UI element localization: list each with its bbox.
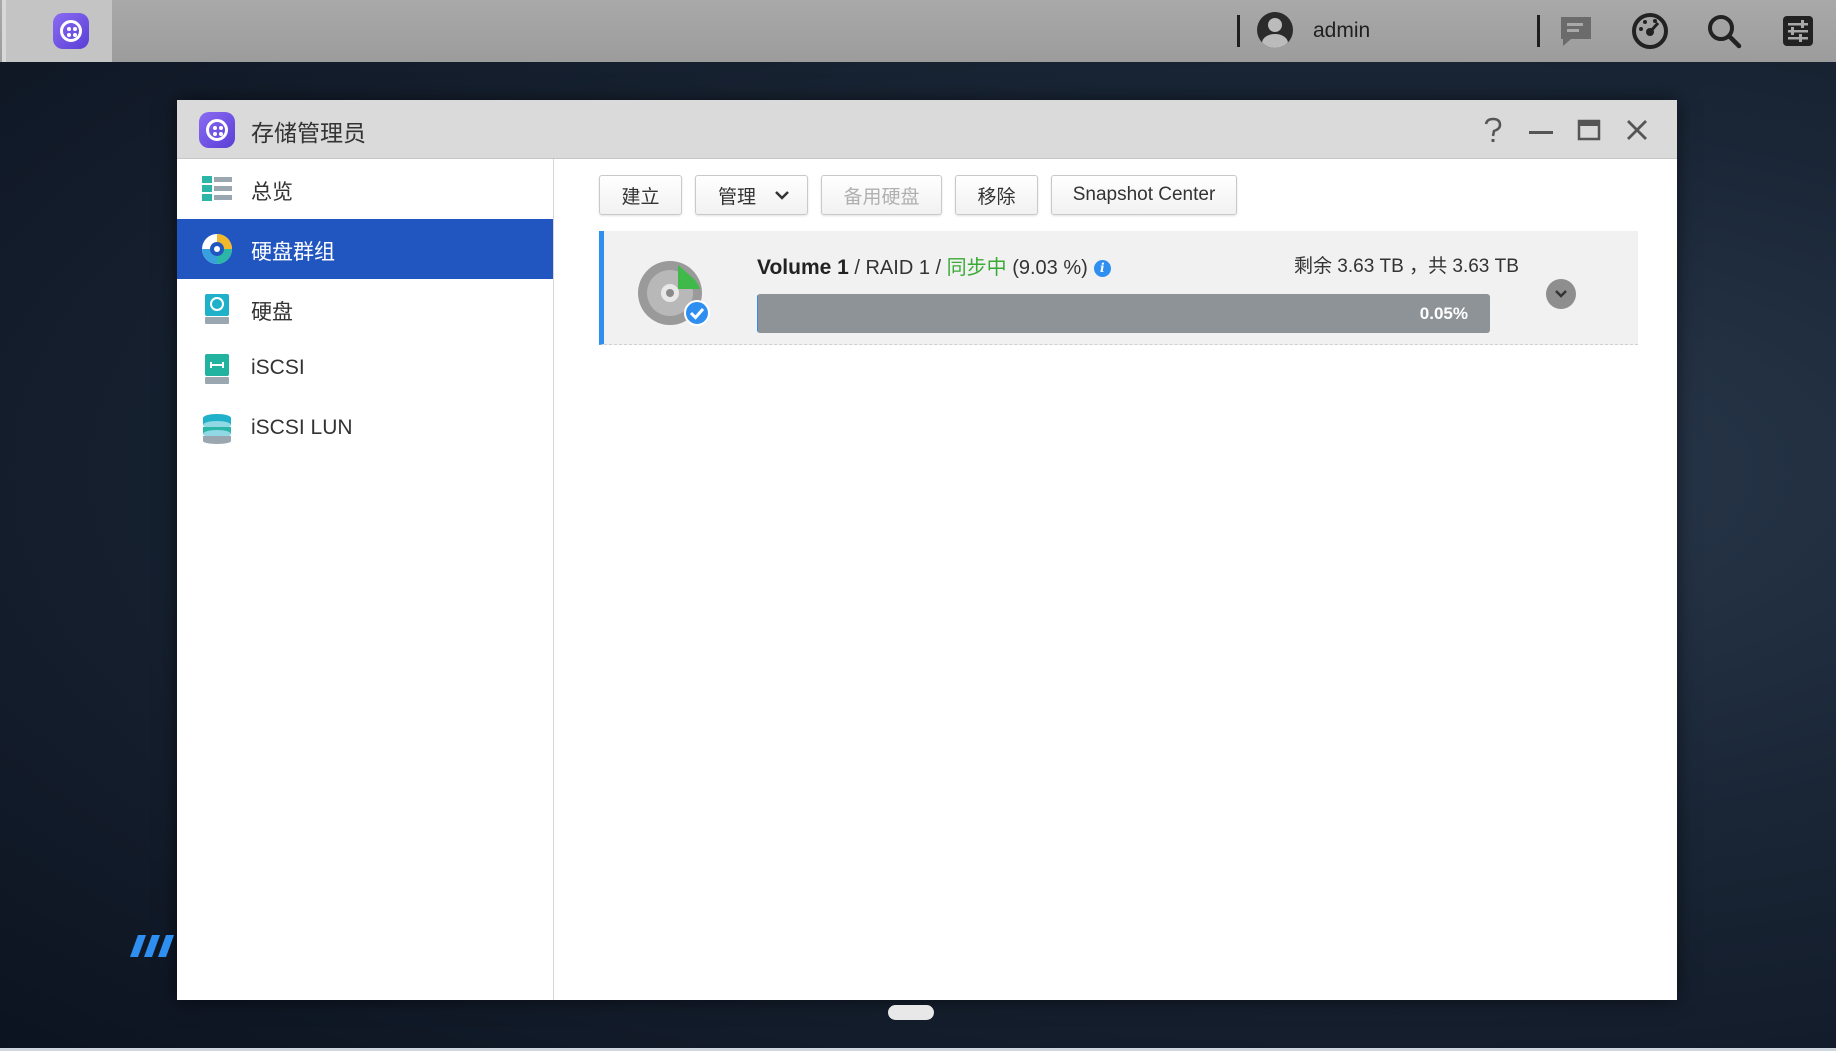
manage-button[interactable]: 管理 bbox=[695, 175, 808, 215]
window-title: 存储管理员 bbox=[251, 120, 366, 146]
manage-button-label: 管理 bbox=[718, 186, 757, 208]
storage-manager-icon[interactable] bbox=[53, 13, 89, 49]
sidebar-item-label: iSCSI bbox=[251, 356, 305, 379]
sidebar-item-overview[interactable]: 总览 bbox=[177, 159, 553, 219]
taskbar-separator bbox=[1537, 15, 1540, 47]
sidebar-item-iscsi-lun[interactable]: iSCSI LUN bbox=[177, 399, 553, 459]
sidebar-item-disk[interactable]: 硬盘 bbox=[177, 279, 553, 339]
sidebar-item-disk-group[interactable]: 硬盘群组 bbox=[177, 219, 553, 279]
close-icon[interactable] bbox=[1623, 116, 1651, 144]
volume-disk-icon bbox=[638, 261, 710, 326]
usage-percent: 0.05% bbox=[1419, 304, 1468, 323]
separator: / bbox=[929, 257, 947, 279]
username[interactable]: admin bbox=[1313, 19, 1370, 43]
sidebar: 总览 硬盘群组 硬盘 iSCSI iSCSI LUN bbox=[177, 159, 554, 1000]
help-icon[interactable] bbox=[1479, 116, 1507, 144]
minimize-icon[interactable] bbox=[1527, 116, 1555, 144]
maximize-icon[interactable] bbox=[1575, 116, 1603, 144]
main-content: 建立 管理 备用硬盘 移除 Snapshot Center Volume 1 /… bbox=[554, 159, 1677, 1000]
chevron-down-icon bbox=[775, 191, 789, 200]
desktop-decoration bbox=[130, 935, 174, 957]
sidebar-item-label: 硬盘 bbox=[251, 301, 293, 324]
user-icon[interactable] bbox=[1257, 12, 1293, 48]
free-capacity: 剩余 3.63 TB bbox=[1294, 256, 1404, 277]
dashboard-icon[interactable] bbox=[1631, 12, 1669, 50]
sidebar-item-label: iSCSI LUN bbox=[251, 416, 353, 439]
expand-button[interactable] bbox=[1546, 279, 1576, 309]
volume-name: Volume 1 bbox=[757, 256, 849, 279]
sync-percent: (9.03 %) bbox=[1012, 257, 1088, 279]
taskbar: admin bbox=[0, 0, 1836, 62]
app-logo-icon bbox=[199, 112, 235, 148]
separator: / bbox=[848, 257, 866, 279]
window-titlebar[interactable]: 存储管理员 bbox=[177, 100, 1677, 159]
taskbar-app-slot[interactable] bbox=[2, 0, 112, 62]
sidebar-item-label: 总览 bbox=[251, 181, 293, 204]
disk-icon bbox=[205, 294, 229, 324]
volume-summary: Volume 1 / RAID 1 / 同步中 (9.03 %) i bbox=[757, 251, 1111, 280]
notification-icon[interactable] bbox=[1557, 12, 1595, 50]
sidebar-item-iscsi[interactable]: iSCSI bbox=[177, 339, 553, 399]
raid-level: RAID 1 bbox=[865, 257, 930, 279]
volume-capacity: 剩余 3.63 TB ，共 3.63 TB bbox=[1294, 251, 1519, 278]
total-capacity: ，共 3.63 TB bbox=[1409, 256, 1519, 277]
overview-icon bbox=[202, 176, 232, 201]
create-button[interactable]: 建立 bbox=[599, 175, 682, 215]
search-icon[interactable] bbox=[1705, 12, 1743, 50]
volume-row[interactable]: Volume 1 / RAID 1 / 同步中 (9.03 %) i 剩余 3.6… bbox=[599, 231, 1638, 345]
snapshot-center-button[interactable]: Snapshot Center bbox=[1051, 175, 1237, 215]
remove-button[interactable]: 移除 bbox=[955, 175, 1038, 215]
sidebar-item-label: 硬盘群组 bbox=[251, 241, 335, 264]
disk-group-icon bbox=[202, 234, 232, 264]
settings-icon[interactable] bbox=[1779, 12, 1817, 50]
dock-handle[interactable] bbox=[888, 1005, 934, 1020]
storage-manager-window: 存储管理员 总览 硬盘群组 硬盘 iSCSI iSCSI LUN 建立 管理 备… bbox=[177, 100, 1677, 1000]
taskbar-separator bbox=[1237, 15, 1240, 47]
chevron-down-icon bbox=[1555, 290, 1567, 298]
usage-progress-bar: 0.05% bbox=[757, 294, 1490, 333]
hot-spare-button[interactable]: 备用硬盘 bbox=[821, 175, 942, 215]
iscsi-icon bbox=[205, 354, 229, 384]
info-icon[interactable]: i bbox=[1093, 260, 1111, 277]
iscsi-lun-icon bbox=[203, 414, 231, 444]
sync-status: 同步中 bbox=[946, 257, 1007, 279]
